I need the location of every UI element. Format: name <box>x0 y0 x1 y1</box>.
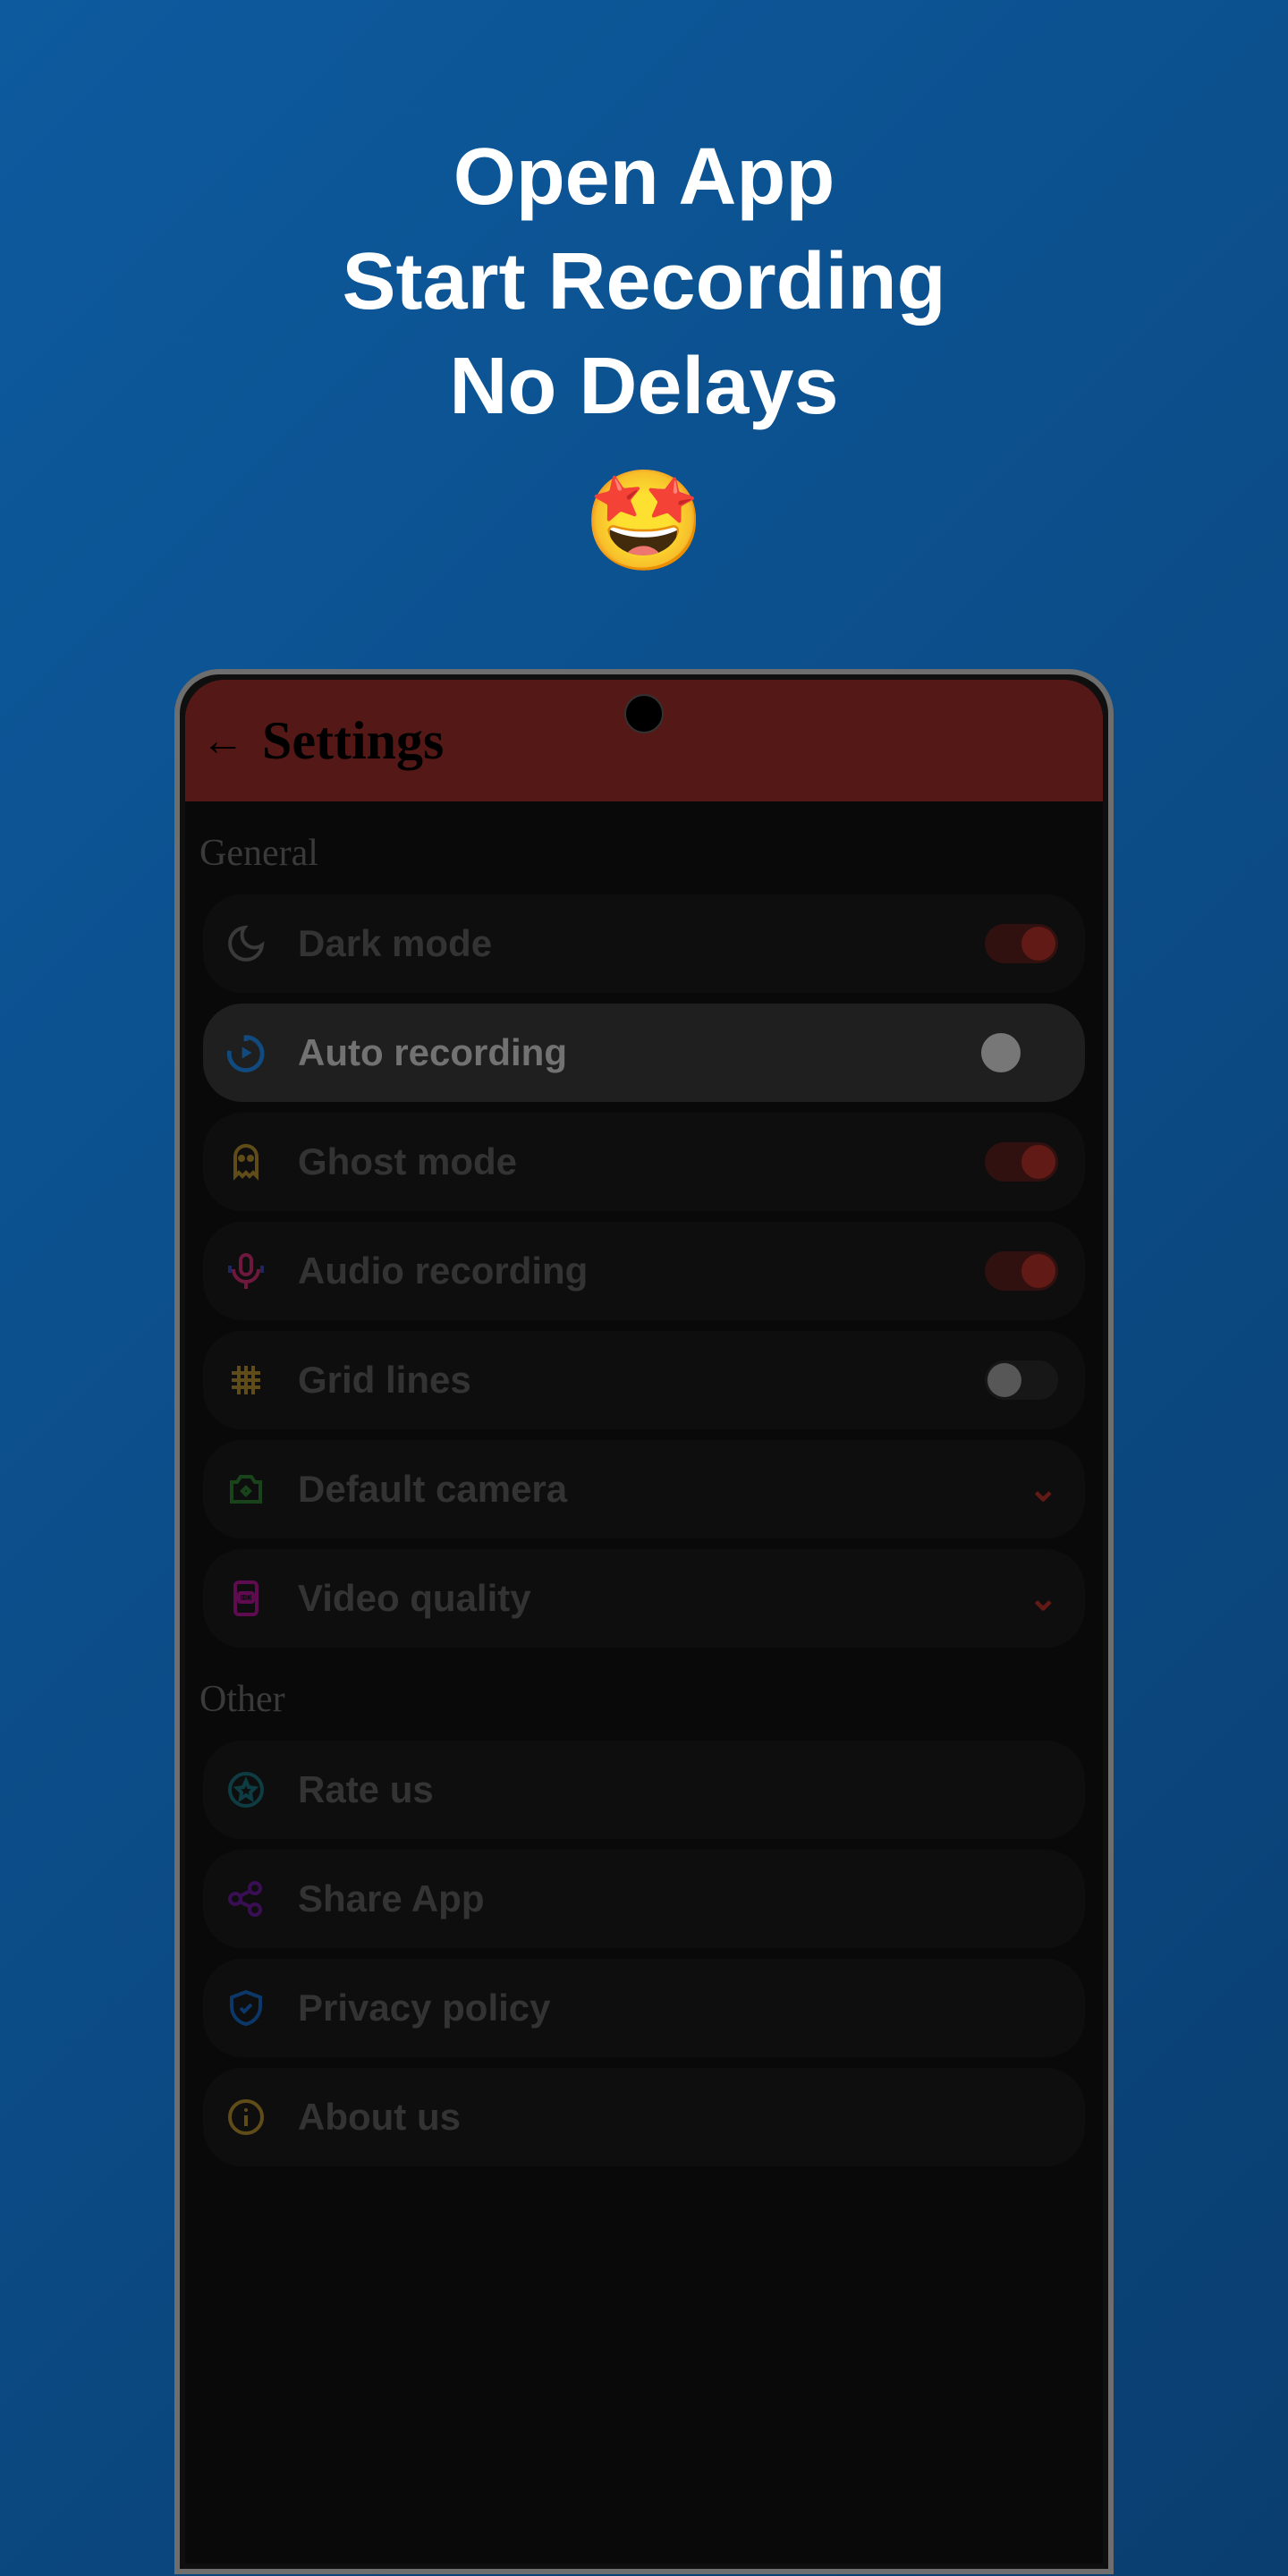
star-struck-emoji-icon: 🤩 <box>583 457 706 585</box>
row-default-camera[interactable]: Default camera ⌄ <box>203 1440 1085 1538</box>
phone-side-button-1 <box>174 1068 180 1175</box>
svg-text:HD: HD <box>241 1594 251 1602</box>
page-title: Settings <box>262 710 444 772</box>
shield-icon <box>221 1983 271 2033</box>
share-icon <box>221 1874 271 1924</box>
row-label: Dark mode <box>298 922 958 965</box>
row-rate-us[interactable]: Rate us <box>203 1741 1085 1839</box>
hero-line-2: Start Recording <box>0 230 1288 335</box>
row-label: Auto recording <box>298 1031 953 1074</box>
hero-text: Open App Start Recording No Delays 🤩 <box>0 0 1288 585</box>
star-badge-icon <box>221 1765 271 1815</box>
row-ghost-mode[interactable]: Ghost mode <box>203 1113 1085 1211</box>
section-general-label: General <box>185 812 1103 884</box>
chevron-down-icon: ⌄ <box>1028 1578 1058 1619</box>
row-auto-recording[interactable]: Auto recording <box>203 1004 1085 1102</box>
row-label: Grid lines <box>298 1359 958 1402</box>
section-other-label: Other <box>185 1658 1103 1730</box>
back-arrow-icon[interactable]: ← <box>201 716 244 766</box>
row-label: Rate us <box>298 1768 1058 1811</box>
row-label: Default camera <box>298 1468 1001 1511</box>
info-icon <box>221 2092 271 2142</box>
row-video-quality[interactable]: HD Video quality ⌄ <box>203 1549 1085 1648</box>
auto-record-icon <box>221 1028 271 1078</box>
row-dark-mode[interactable]: Dark mode <box>203 894 1085 993</box>
phone-side-button-2 <box>174 1497 180 1605</box>
row-share-app[interactable]: Share App <box>203 1850 1085 1948</box>
row-privacy-policy[interactable]: Privacy policy <box>203 1959 1085 2057</box>
ghost-icon <box>221 1137 271 1187</box>
row-about-us[interactable]: About us <box>203 2068 1085 2166</box>
grid-lines-toggle[interactable] <box>985 1360 1058 1400</box>
row-label: Share App <box>298 1877 1058 1920</box>
video-quality-icon: HD <box>221 1573 271 1623</box>
ghost-mode-toggle[interactable] <box>985 1142 1058 1182</box>
row-label: Ghost mode <box>298 1140 958 1183</box>
hero-line-1: Open App <box>0 125 1288 230</box>
phone-screen: ← Settings General Dark mode <box>185 680 1103 2563</box>
microphone-icon <box>221 1246 271 1296</box>
camera-hole-icon <box>624 694 664 733</box>
dark-mode-toggle[interactable] <box>985 924 1058 963</box>
row-label: Audio recording <box>298 1250 958 1292</box>
camera-icon <box>221 1464 271 1514</box>
row-label: Privacy policy <box>298 1987 1058 2029</box>
auto-recording-toggle[interactable] <box>979 1031 1058 1074</box>
moon-icon <box>221 919 271 969</box>
audio-recording-toggle[interactable] <box>985 1251 1058 1291</box>
grid-icon <box>221 1355 271 1405</box>
row-label: Video quality <box>298 1577 1001 1620</box>
settings-content: General Dark mode <box>185 801 1103 2188</box>
chevron-down-icon: ⌄ <box>1028 1469 1058 1510</box>
phone-frame: ← Settings General Dark mode <box>174 669 1114 2574</box>
row-label: About us <box>298 2096 1058 2139</box>
row-audio-recording[interactable]: Audio recording <box>203 1222 1085 1320</box>
hero-line-3: No Delays <box>0 335 1288 439</box>
row-grid-lines[interactable]: Grid lines <box>203 1331 1085 1429</box>
